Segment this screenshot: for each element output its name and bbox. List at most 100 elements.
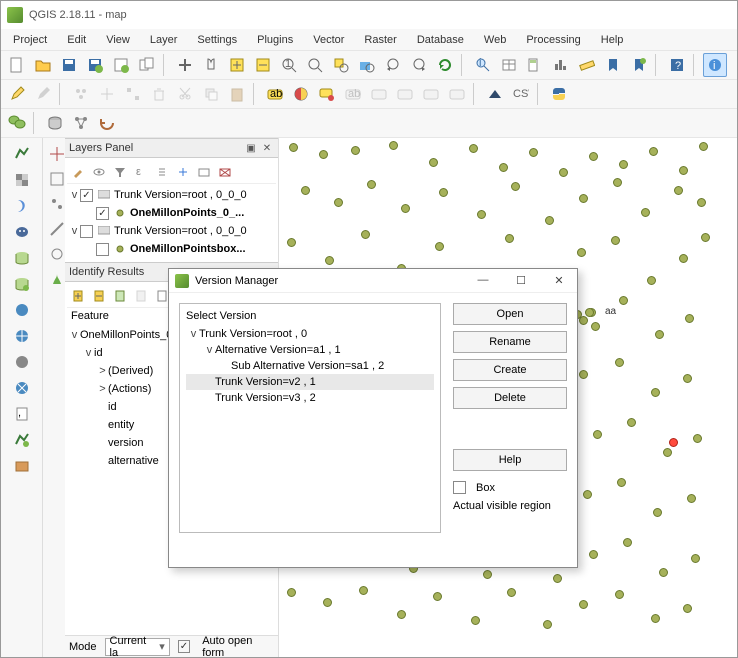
move-feature-button[interactable] <box>95 82 119 106</box>
layer-row[interactable]: vTrunk Version=root , 0_0_0 <box>67 186 276 204</box>
menu-processing[interactable]: Processing <box>516 32 590 48</box>
expand-new-button[interactable] <box>111 287 129 305</box>
field-calc-button[interactable] <box>523 53 547 77</box>
identify-button[interactable]: i <box>471 53 495 77</box>
csw-button[interactable]: CSW <box>509 82 533 106</box>
copy-button[interactable] <box>199 82 223 106</box>
add-wfs-button[interactable] <box>11 377 33 399</box>
twisty-icon[interactable]: > <box>97 383 108 395</box>
geom-checker-button[interactable] <box>45 167 69 191</box>
label-show-button[interactable]: abc <box>341 82 365 106</box>
snap-button[interactable] <box>45 242 69 266</box>
add-db2-button[interactable] <box>11 273 33 295</box>
twisty-icon[interactable] <box>204 376 215 388</box>
new-gpkg-button[interactable] <box>11 455 33 477</box>
add-spatialite-button[interactable] <box>11 195 33 217</box>
twisty-icon[interactable] <box>85 207 96 219</box>
filter-eye-button[interactable] <box>90 163 108 181</box>
twisty-icon[interactable] <box>97 419 108 431</box>
collapse-tree-button[interactable] <box>90 287 108 305</box>
add-mssql-button[interactable] <box>11 247 33 269</box>
metasearch-button[interactable] <box>483 82 507 106</box>
menu-web[interactable]: Web <box>474 32 516 48</box>
visibility-checkbox[interactable] <box>96 207 109 220</box>
menu-edit[interactable]: Edit <box>57 32 96 48</box>
pg-version-button[interactable] <box>5 111 29 135</box>
close-button[interactable]: ✕ <box>547 274 571 287</box>
minimize-button[interactable]: — <box>471 274 495 287</box>
menu-help[interactable]: Help <box>591 32 634 48</box>
rename-button[interactable]: Rename <box>453 331 567 353</box>
open-button[interactable]: Open <box>453 303 567 325</box>
twisty-icon[interactable] <box>97 401 108 413</box>
layers-tree[interactable]: vTrunk Version=root , 0_0_0 OneMillonPoi… <box>67 184 276 260</box>
bookmarks-button[interactable] <box>601 53 625 77</box>
style-button[interactable] <box>69 163 87 181</box>
twisty-icon[interactable] <box>220 360 231 372</box>
version-row[interactable]: Trunk Version=v3 , 2 <box>186 390 434 406</box>
zoom-next-button[interactable] <box>407 53 431 77</box>
layer-row[interactable]: vTrunk Version=root , 0_0_0 <box>67 222 276 240</box>
maximize-button[interactable]: ☐ <box>509 274 533 287</box>
help-button[interactable]: ? <box>665 53 689 77</box>
twisty-icon[interactable]: > <box>97 365 108 377</box>
create-button[interactable]: Create <box>453 359 567 381</box>
add-raster-button[interactable] <box>11 169 33 191</box>
menu-layer[interactable]: Layer <box>140 32 188 48</box>
add-group-button[interactable] <box>195 163 213 181</box>
label-props-button[interactable] <box>445 82 469 106</box>
zoom-in-button[interactable] <box>225 53 249 77</box>
new-project-button[interactable] <box>5 53 29 77</box>
edit-save-button[interactable] <box>31 82 55 106</box>
python-console-button[interactable] <box>547 82 571 106</box>
label-pin-button[interactable] <box>315 82 339 106</box>
grass-button[interactable] <box>45 267 69 291</box>
label-rotate-button[interactable] <box>393 82 417 106</box>
close-icon[interactable]: ✕ <box>260 141 274 155</box>
new-bookmark-button[interactable] <box>627 53 651 77</box>
add-feature-button[interactable] <box>69 82 93 106</box>
open-project-button[interactable] <box>31 53 55 77</box>
zoom-last-button[interactable] <box>381 53 405 77</box>
box-checkbox[interactable] <box>453 481 466 494</box>
pan-selection-button[interactable] <box>199 53 223 77</box>
node-tool-button[interactable] <box>121 82 145 106</box>
menu-raster[interactable]: Raster <box>354 32 406 48</box>
version-row[interactable]: Sub Alternative Version=sa1 , 2 <box>186 358 434 374</box>
twisty-icon[interactable]: v <box>69 329 80 341</box>
visibility-checkbox[interactable] <box>80 225 93 238</box>
db-manager-button[interactable] <box>43 111 67 135</box>
info-tool-active[interactable]: i <box>703 53 727 77</box>
delete-selected-button[interactable] <box>147 82 171 106</box>
version-row[interactable]: vAlternative Version=a1 , 1 <box>186 342 434 358</box>
road-graph-button[interactable] <box>45 217 69 241</box>
layer-row[interactable]: OneMillonPointsbox... <box>67 240 276 258</box>
version-row[interactable]: vTrunk Version=root , 0 <box>186 326 434 342</box>
twisty-icon[interactable]: v <box>83 347 94 359</box>
label-rule-button[interactable] <box>289 82 313 106</box>
label-move-button[interactable] <box>367 82 391 106</box>
label-tool-button[interactable]: abc <box>263 82 287 106</box>
topology-button[interactable] <box>45 192 69 216</box>
twisty-icon[interactable]: v <box>188 328 199 340</box>
twisty-icon[interactable] <box>85 243 96 255</box>
visibility-checkbox[interactable] <box>80 189 93 202</box>
layout-manager-button[interactable] <box>135 53 159 77</box>
stats-button[interactable] <box>549 53 573 77</box>
twisty-icon[interactable]: v <box>204 344 215 356</box>
collapse-all-button[interactable] <box>174 163 192 181</box>
twisty-icon[interactable]: v <box>69 225 80 237</box>
expr-filter-button[interactable]: ε <box>132 163 150 181</box>
menu-database[interactable]: Database <box>407 32 474 48</box>
twisty-icon[interactable] <box>97 437 108 449</box>
remove-button[interactable] <box>216 163 234 181</box>
browser-button[interactable] <box>69 111 93 135</box>
add-postgis-button[interactable] <box>11 221 33 243</box>
twisty-icon[interactable]: v <box>69 189 80 201</box>
twisty-icon[interactable] <box>97 455 108 467</box>
paste-button[interactable] <box>225 82 249 106</box>
zoom-full-button[interactable] <box>303 53 327 77</box>
add-vector-button[interactable] <box>11 143 33 165</box>
filter-button[interactable] <box>111 163 129 181</box>
cut-button[interactable] <box>173 82 197 106</box>
